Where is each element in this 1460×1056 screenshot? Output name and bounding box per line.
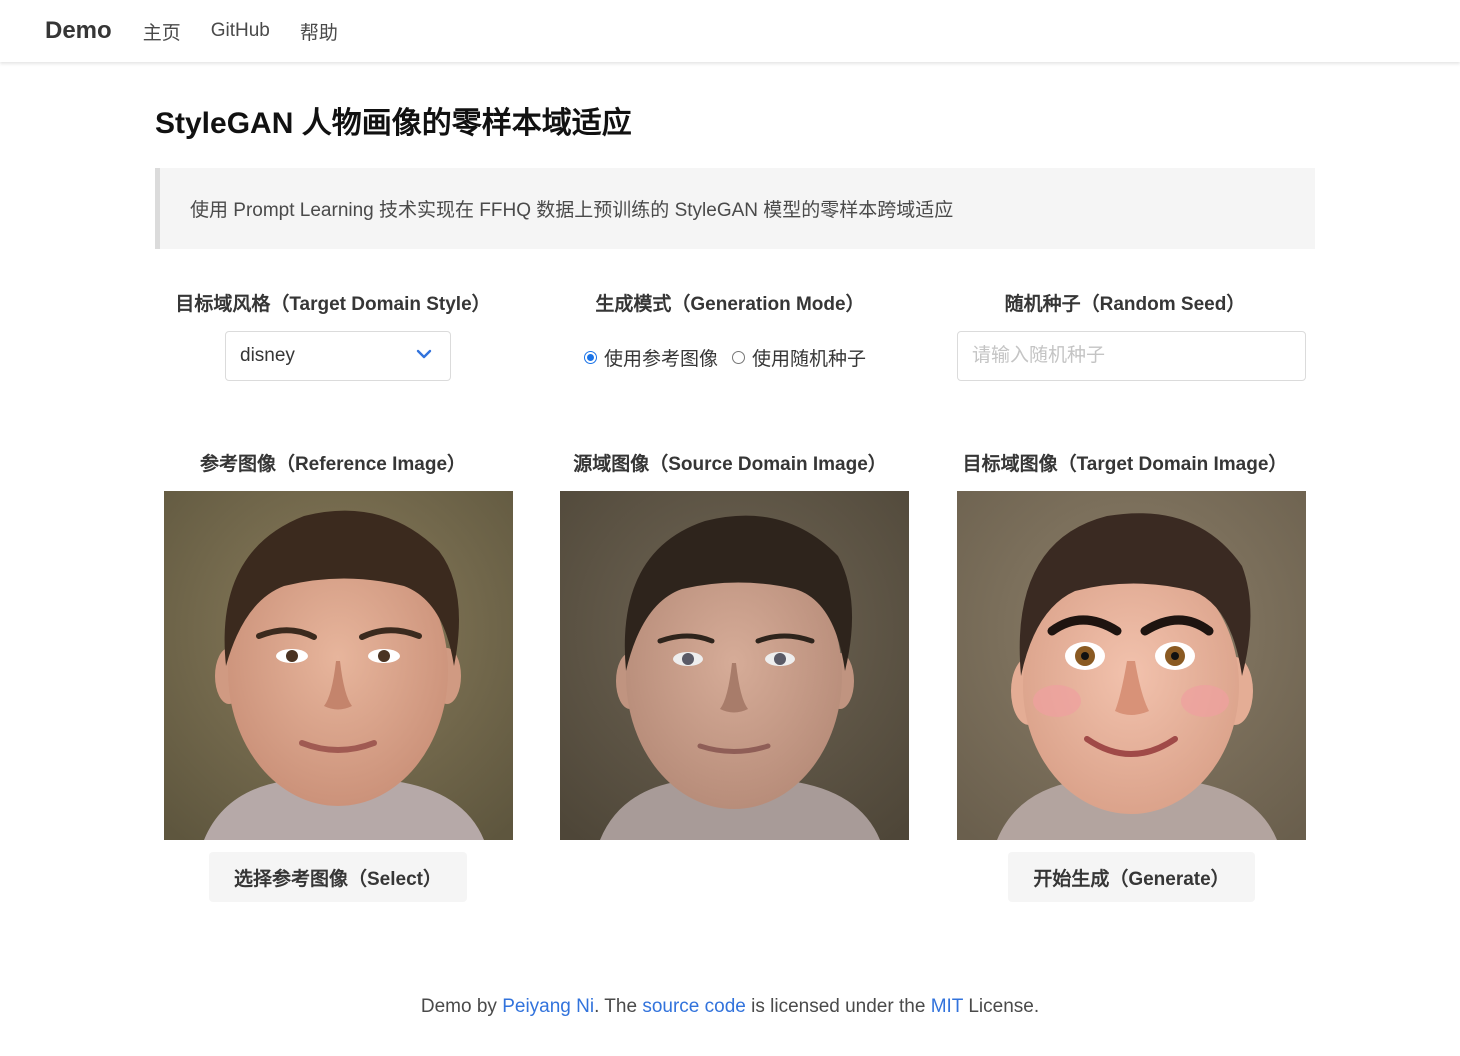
- nav-link-help[interactable]: 帮助: [300, 18, 338, 45]
- navbar-brand[interactable]: Demo: [45, 17, 112, 45]
- select-reference-button[interactable]: 选择参考图像（Select）: [209, 852, 467, 902]
- random-seed-input[interactable]: [957, 331, 1306, 381]
- target-style-label: 目标域风格（Target Domain Style）: [175, 294, 491, 315]
- footer: Demo by Peiyang Ni. The source code is l…: [0, 990, 1460, 1024]
- generate-button[interactable]: 开始生成（Generate）: [1008, 852, 1255, 902]
- license-link[interactable]: MIT: [931, 996, 963, 1017]
- footer-middle-2: is licensed under the: [745, 996, 931, 1017]
- reference-image: [164, 491, 513, 840]
- target-style-value: disney: [240, 345, 295, 366]
- navbar: Demo 主页 GitHub 帮助: [0, 0, 1460, 62]
- nav-link-home[interactable]: 主页: [143, 18, 181, 45]
- footer-prefix: Demo by: [420, 996, 503, 1017]
- footer-suffix: License.: [963, 996, 1040, 1017]
- nav-link-github[interactable]: GitHub: [211, 20, 270, 42]
- target-image-label: 目标域图像（Target Domain Image）: [962, 454, 1288, 475]
- mode-option-random-label: 使用随机种子: [752, 348, 867, 370]
- mode-option-reference-label: 使用参考图像: [604, 348, 719, 370]
- random-seed-label: 随机种子（Random Seed）: [1004, 294, 1246, 315]
- generation-mode-radio-group: 使用参考图像 使用随机种子: [584, 340, 866, 374]
- footer-middle-1: . The: [594, 996, 643, 1017]
- author-link[interactable]: Peiyang Ni: [502, 996, 594, 1017]
- target-image: [957, 491, 1306, 840]
- generation-mode-label: 生成模式（Generation Mode）: [595, 294, 865, 315]
- source-image-label: 源域图像（Source Domain Image）: [573, 454, 887, 475]
- description-text: 使用 Prompt Learning 技术实现在 FFHQ 数据上预训练的 St…: [190, 200, 954, 221]
- target-style-select[interactable]: disney: [225, 331, 451, 381]
- radio-button-random[interactable]: [732, 350, 746, 364]
- mode-option-random[interactable]: 使用随机种子: [732, 344, 866, 371]
- description-notice: 使用 Prompt Learning 技术实现在 FFHQ 数据上预训练的 St…: [155, 168, 1315, 249]
- source-code-link[interactable]: source code: [642, 996, 746, 1017]
- reference-image-label: 参考图像（Reference Image）: [199, 454, 467, 475]
- chevron-down-icon: [416, 349, 432, 359]
- mode-option-reference[interactable]: 使用参考图像: [584, 344, 718, 371]
- page-title: StyleGAN 人物画像的零样本域适应: [155, 107, 632, 140]
- source-image: [560, 491, 909, 840]
- radio-button-reference[interactable]: [584, 350, 597, 364]
